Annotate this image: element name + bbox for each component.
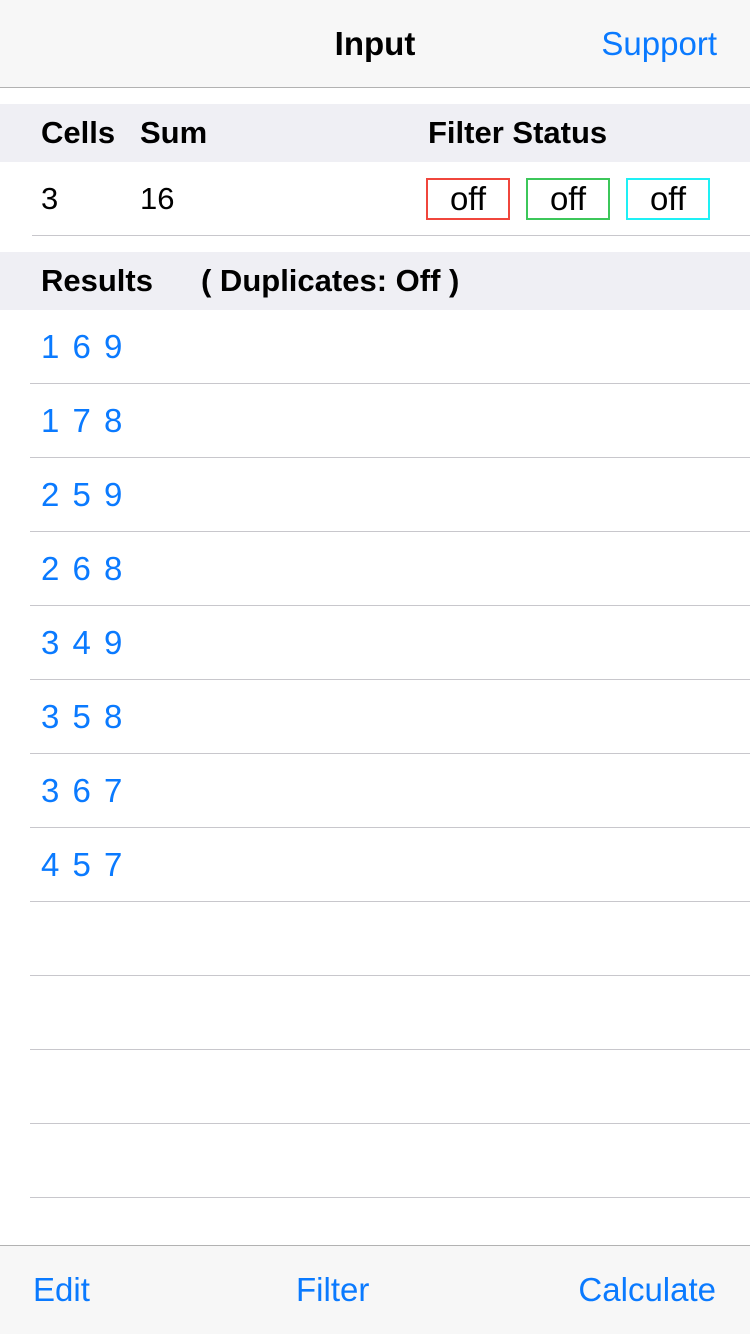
result-row[interactable]: 1 7 8 bbox=[0, 384, 750, 458]
cells-header: Cells bbox=[41, 115, 116, 150]
result-row[interactable]: 2 5 9 bbox=[0, 458, 750, 532]
result-combination: 2 6 8 bbox=[41, 550, 125, 587]
cells-value: 3 bbox=[41, 181, 59, 216]
empty-row bbox=[0, 1050, 750, 1124]
result-row[interactable]: 3 4 9 bbox=[0, 606, 750, 680]
result-combination: 1 7 8 bbox=[41, 402, 125, 439]
empty-row bbox=[0, 976, 750, 1050]
result-combination: 3 6 7 bbox=[41, 772, 125, 809]
result-combination: 3 5 8 bbox=[41, 698, 125, 735]
result-row[interactable]: 3 6 7 bbox=[0, 754, 750, 828]
empty-row bbox=[0, 902, 750, 976]
sum-value: 16 bbox=[140, 181, 175, 216]
result-combination: 4 5 7 bbox=[41, 846, 125, 883]
info-section-header: Cells Sum Filter Status bbox=[0, 104, 750, 162]
info-row: 3 16 off off off bbox=[0, 162, 750, 236]
results-header: Results bbox=[41, 263, 153, 298]
result-row[interactable]: 3 5 8 bbox=[0, 680, 750, 754]
sum-header: Sum bbox=[140, 115, 208, 150]
filter-status-cyan[interactable]: off bbox=[626, 178, 710, 220]
filter-button[interactable]: Filter bbox=[296, 1246, 369, 1334]
support-button[interactable]: Support bbox=[601, 0, 717, 88]
bottom-toolbar: Edit Filter Calculate bbox=[0, 1245, 750, 1334]
filter-status-header: Filter Status bbox=[428, 115, 608, 150]
navigation-bar: Input Support bbox=[0, 0, 750, 88]
duplicates-status: ( Duplicates: Off ) bbox=[201, 263, 460, 298]
edit-button[interactable]: Edit bbox=[33, 1246, 90, 1334]
row-separator bbox=[32, 235, 750, 236]
results-list: 1 6 9 1 7 8 2 5 9 2 6 8 3 4 9 3 5 8 3 6 … bbox=[0, 310, 750, 1198]
results-section-header: Results ( Duplicates: Off ) bbox=[0, 252, 750, 310]
result-row[interactable]: 2 6 8 bbox=[0, 532, 750, 606]
filter-status-red[interactable]: off bbox=[426, 178, 510, 220]
result-combination: 3 4 9 bbox=[41, 624, 125, 661]
result-combination: 1 6 9 bbox=[41, 328, 125, 365]
filter-status-green[interactable]: off bbox=[526, 178, 610, 220]
row-separator bbox=[30, 1197, 750, 1198]
result-row[interactable]: 1 6 9 bbox=[0, 310, 750, 384]
result-combination: 2 5 9 bbox=[41, 476, 125, 513]
result-row[interactable]: 4 5 7 bbox=[0, 828, 750, 902]
calculate-button[interactable]: Calculate bbox=[578, 1246, 716, 1334]
empty-row bbox=[0, 1124, 750, 1198]
